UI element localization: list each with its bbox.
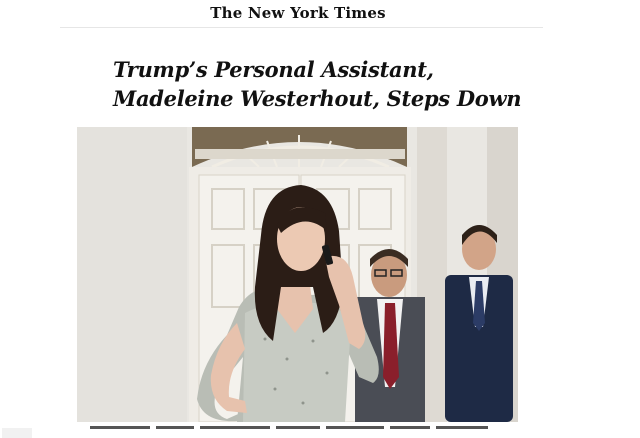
masthead-divider (60, 27, 543, 28)
article-page: The New York Times Trump’s Personal Assi… (0, 0, 640, 438)
article-photo-illustration (77, 127, 518, 422)
masthead-logo[interactable]: The New York Times (0, 4, 596, 22)
article-photo (77, 127, 518, 422)
corner-mark (2, 428, 32, 438)
article-headline: Trump’s Personal Assistant, Madeleine We… (113, 55, 533, 113)
headline-line-2: Madeleine Westerhout, Steps Down (113, 86, 522, 111)
photo-caption-strip (90, 426, 510, 434)
headline-line-1: Trump’s Personal Assistant, (113, 57, 434, 82)
